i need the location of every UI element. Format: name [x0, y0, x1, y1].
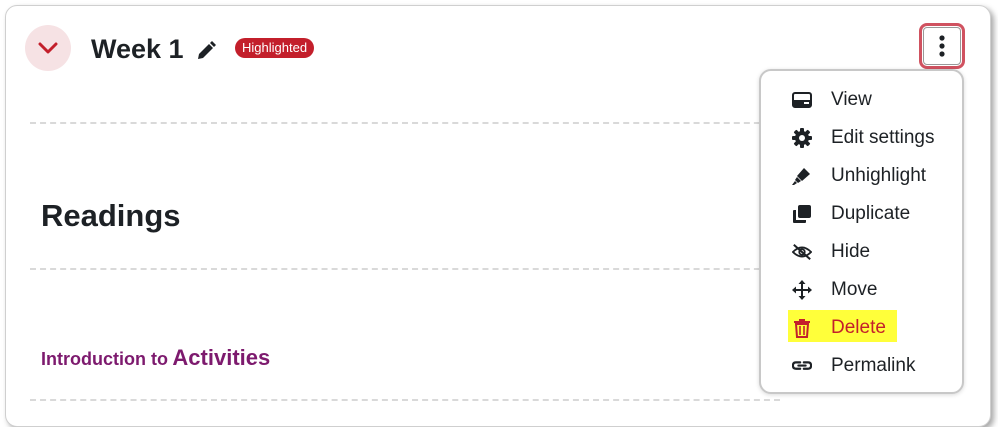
activity-link-prefix: Introduction to [41, 349, 168, 369]
eye-slash-icon [792, 242, 812, 262]
highlighted-badge: Highlighted [235, 38, 315, 58]
kebab-menu-icon [939, 35, 945, 57]
section-actions-menu: View Edit settings Unhighlight Duplicate… [759, 69, 964, 394]
activity-link-name: Activities [172, 345, 271, 370]
menu-item-edit-settings[interactable]: Edit settings [761, 119, 962, 157]
menu-item-unhighlight[interactable]: Unhighlight [761, 157, 962, 195]
menu-item-move[interactable]: Move [761, 271, 962, 309]
menu-item-label: Hide [831, 241, 871, 262]
menu-item-hide[interactable]: Hide [761, 233, 962, 271]
view-icon [792, 90, 812, 110]
chevron-down-icon [38, 42, 58, 54]
activity-link[interactable]: Introduction to Activities [41, 345, 270, 374]
menu-item-permalink[interactable]: Permalink [761, 347, 962, 385]
divider [30, 268, 780, 270]
menu-item-label: Edit settings [831, 127, 935, 148]
menu-item-duplicate[interactable]: Duplicate [761, 195, 962, 233]
duplicate-icon [792, 204, 812, 224]
link-icon [792, 356, 812, 376]
menu-item-label: Permalink [831, 355, 916, 376]
pencil-icon[interactable] [195, 40, 217, 62]
move-icon [792, 280, 812, 300]
menu-item-label: Move [831, 279, 878, 300]
divider [30, 399, 780, 401]
menu-item-view[interactable]: View [761, 81, 962, 119]
divider [30, 122, 780, 124]
menu-item-label: Duplicate [831, 203, 911, 224]
section-title: Week 1 [91, 34, 184, 64]
menu-item-delete[interactable]: Delete [761, 309, 962, 347]
menu-item-label: Unhighlight [831, 165, 927, 186]
highlighter-icon [792, 166, 812, 186]
gear-icon [792, 128, 812, 148]
section-heading: Readings [41, 198, 181, 233]
menu-item-label: Delete [831, 317, 886, 338]
collapse-section-button[interactable] [25, 25, 71, 71]
menu-item-label: View [831, 89, 872, 110]
trash-icon [792, 318, 812, 338]
section-actions-button[interactable] [919, 23, 965, 69]
